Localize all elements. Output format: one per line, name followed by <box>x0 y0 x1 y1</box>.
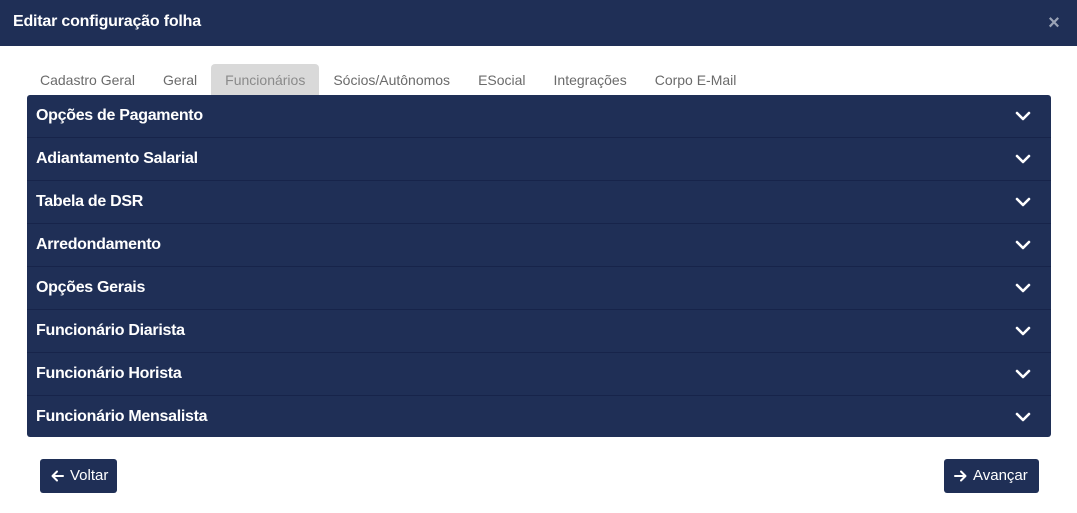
accordion-item-adiantamento-salarial[interactable]: Adiantamento Salarial <box>27 138 1051 181</box>
next-button-label: Avançar <box>973 467 1028 484</box>
accordion-item-label: Opções de Pagamento <box>36 107 203 124</box>
accordion-item-label: Funcionário Diarista <box>36 322 185 339</box>
tab-corpo-email[interactable]: Corpo E-Mail <box>641 64 751 96</box>
next-button[interactable]: Avançar <box>944 459 1039 493</box>
accordion-item-label: Tabela de DSR <box>36 193 143 210</box>
arrow-left-icon <box>51 470 64 482</box>
accordion-item-label: Opções Gerais <box>36 279 146 296</box>
tab-bar: Cadastro Geral Geral Funcionários Sócios… <box>26 64 750 96</box>
accordion-item-tabela-dsr[interactable]: Tabela de DSR <box>27 181 1051 224</box>
chevron-down-icon <box>1015 326 1031 336</box>
dialog-header: Editar configuração folha × <box>0 0 1077 46</box>
accordion-item-label: Funcionário Horista <box>36 365 182 382</box>
tab-esocial[interactable]: ESocial <box>464 64 539 96</box>
tab-socios-autonomos[interactable]: Sócios/Autônomos <box>319 64 464 96</box>
tab-cadastro-geral[interactable]: Cadastro Geral <box>26 64 149 96</box>
back-button-label: Voltar <box>70 467 109 484</box>
accordion-item-funcionario-horista[interactable]: Funcionário Horista <box>27 353 1051 396</box>
tab-geral[interactable]: Geral <box>149 64 211 96</box>
chevron-down-icon <box>1015 111 1031 121</box>
accordion-item-label: Funcionário Mensalista <box>36 408 208 425</box>
tab-funcionarios[interactable]: Funcionários <box>211 64 320 96</box>
chevron-down-icon <box>1015 412 1031 422</box>
accordion-item-label: Arredondamento <box>36 236 161 253</box>
accordion-item-funcionario-diarista[interactable]: Funcionário Diarista <box>27 310 1051 353</box>
tab-integracoes[interactable]: Integrações <box>540 64 641 96</box>
arrow-right-icon <box>954 470 967 482</box>
close-button[interactable]: × <box>1045 13 1063 33</box>
dialog-title: Editar configuração folha <box>13 13 201 30</box>
accordion-panel: Opções de Pagamento Adiantamento Salaria… <box>27 95 1051 437</box>
chevron-down-icon <box>1015 240 1031 250</box>
back-button[interactable]: Voltar <box>40 459 117 493</box>
accordion-item-label: Adiantamento Salarial <box>36 150 198 167</box>
accordion-item-funcionario-mensalista[interactable]: Funcionário Mensalista <box>27 396 1051 437</box>
chevron-down-icon <box>1015 197 1031 207</box>
chevron-down-icon <box>1015 283 1031 293</box>
accordion-item-opcoes-gerais[interactable]: Opções Gerais <box>27 267 1051 310</box>
chevron-down-icon <box>1015 369 1031 379</box>
accordion-item-arredondamento[interactable]: Arredondamento <box>27 224 1051 267</box>
chevron-down-icon <box>1015 154 1031 164</box>
accordion-item-opcoes-pagamento[interactable]: Opções de Pagamento <box>27 95 1051 138</box>
